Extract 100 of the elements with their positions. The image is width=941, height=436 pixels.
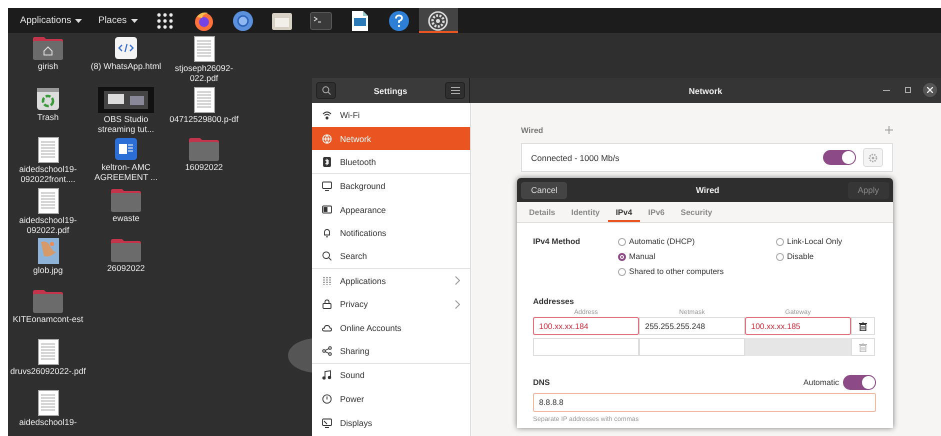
menu-button[interactable]	[445, 82, 465, 99]
sidebar-item[interactable]: Network	[312, 126, 470, 150]
folder-icon[interactable]	[110, 188, 142, 212]
home-folder-icon[interactable]	[32, 36, 64, 60]
panel-menu[interactable]: Places	[90, 10, 146, 30]
appearance-icon	[322, 204, 332, 215]
desktop-icon-label[interactable]: ewaste	[88, 212, 164, 222]
toggle-switch[interactable]	[823, 150, 856, 165]
folder-icon	[271, 10, 294, 30]
search-button[interactable]	[316, 82, 336, 99]
radio-option[interactable]: Automatic (DHCP)	[618, 235, 776, 248]
document-thumbnail-icon[interactable]	[194, 86, 214, 112]
desktop-icon-label[interactable]: girish	[10, 61, 86, 71]
desktop-icon-label[interactable]: stjoseph26092-022.pdf	[166, 63, 242, 83]
wifi-icon	[322, 110, 332, 120]
video-thumbnail-icon[interactable]	[98, 86, 154, 112]
background-icon	[322, 180, 332, 191]
section-heading: Addresses	[533, 296, 575, 308]
section-heading: DNS	[533, 377, 551, 389]
desktop-icon-label[interactable]: keltron- AMC AGREEMENT ...	[88, 162, 164, 182]
connection-status: Connected - 1000 Mb/s	[531, 152, 620, 162]
settings-icon	[427, 10, 450, 32]
document-thumbnail-icon[interactable]	[38, 137, 58, 163]
cancel-button[interactable]: Cancel	[521, 182, 568, 198]
help-icon	[388, 10, 410, 32]
code-file-icon[interactable]	[114, 36, 138, 60]
plus-icon	[885, 126, 893, 134]
search-icon	[322, 251, 332, 262]
sound-icon	[322, 370, 332, 380]
displays-icon	[322, 418, 332, 428]
desktop-icon-label[interactable]: 04712529800.p-df	[166, 114, 242, 124]
close-button[interactable]	[923, 83, 937, 97]
browser-circle-icon	[232, 10, 254, 32]
radio-button[interactable]	[618, 252, 626, 260]
radio-option[interactable]: Disable	[776, 250, 842, 263]
document-thumbnail-icon[interactable]	[194, 36, 214, 62]
search-icon	[322, 86, 330, 95]
launcher-button[interactable]	[418, 8, 458, 33]
folder-icon[interactable]	[188, 137, 220, 161]
sharing-icon	[322, 346, 332, 356]
network-icon	[322, 134, 332, 144]
desktop-icon-label[interactable]: aidedschool19-	[10, 416, 86, 426]
privacy-icon	[322, 299, 332, 310]
address-field[interactable]	[533, 338, 639, 356]
dialog-title: Wired	[696, 185, 720, 195]
caret-icon	[75, 18, 82, 22]
radio-button[interactable]	[618, 238, 626, 246]
address-field[interactable]: 100.xx.xx.184	[533, 317, 639, 335]
desktop-icon-label[interactable]: Trash	[10, 112, 86, 122]
address-field[interactable]	[639, 338, 745, 356]
window-title: Network	[688, 86, 722, 96]
tab[interactable]: IPv4	[608, 202, 640, 222]
word-document-icon[interactable]	[114, 137, 138, 161]
desktop-icon-label[interactable]: glob.jpg	[10, 265, 86, 275]
trash-icon	[859, 342, 867, 352]
radio-button[interactable]	[776, 238, 784, 246]
address-field[interactable]: 255.255.255.248	[639, 317, 745, 335]
panel-menu[interactable]: Applications	[12, 10, 90, 30]
applications-icon	[322, 276, 332, 286]
desktop-icon-label[interactable]: 16092022	[166, 162, 242, 172]
desktop-icon-label[interactable]: KITEonamcont-est	[10, 314, 86, 324]
bluetooth-icon	[322, 156, 332, 167]
terminal-icon	[310, 12, 332, 30]
browser-fox-icon	[193, 10, 216, 32]
desktop-icon-label[interactable]: aidedschool19-092022front....	[10, 164, 86, 184]
document-thumbnail-icon[interactable]	[38, 390, 58, 416]
toggle-switch[interactable]	[843, 375, 876, 390]
recycle-bin-icon[interactable]	[36, 86, 60, 110]
radio-button[interactable]	[618, 268, 626, 276]
desktop-icon-label[interactable]: 26092022	[88, 263, 164, 273]
trash-icon	[859, 322, 867, 330]
desktop-icon-label[interactable]: druvs26092022-.pdf	[10, 366, 86, 376]
app-grid-icon	[157, 12, 174, 28]
delete-button[interactable]	[851, 317, 875, 335]
address-field[interactable]: 100.xx.xx.185	[745, 317, 851, 335]
add-button[interactable]	[885, 126, 893, 134]
sidebar-title: Settings	[374, 86, 408, 96]
radio-option[interactable]: Shared to other computers	[618, 265, 776, 278]
document-thumbnail-icon[interactable]	[38, 339, 58, 365]
radio-button[interactable]	[776, 252, 784, 260]
radio-option[interactable]: Link-Local Only	[776, 235, 842, 248]
dns-field[interactable]: 8.8.8.8	[533, 393, 876, 412]
map-thumbnail-icon[interactable]	[38, 238, 58, 264]
cloud-icon	[322, 323, 332, 334]
gear-icon	[868, 152, 878, 162]
desktop-icon-label[interactable]: (8) WhatsApp.html	[88, 61, 164, 71]
method-label: IPv4 Method	[533, 236, 582, 248]
document-icon	[351, 10, 370, 32]
notifications-icon	[322, 228, 332, 238]
caret-icon	[130, 18, 138, 22]
radio-option[interactable]: Manual	[618, 250, 776, 263]
chevron-right-icon	[455, 300, 460, 309]
power-icon	[322, 394, 332, 404]
document-thumbnail-icon[interactable]	[38, 188, 58, 214]
chevron-right-icon	[455, 276, 460, 286]
folder-icon[interactable]	[32, 288, 64, 312]
folder-icon[interactable]	[110, 238, 142, 262]
desktop-icon-label[interactable]: aidedschool19-092022.pdf	[10, 214, 86, 234]
close-icon	[927, 87, 933, 93]
desktop-icon-label[interactable]: OBS Studio streaming tut...	[88, 114, 164, 134]
